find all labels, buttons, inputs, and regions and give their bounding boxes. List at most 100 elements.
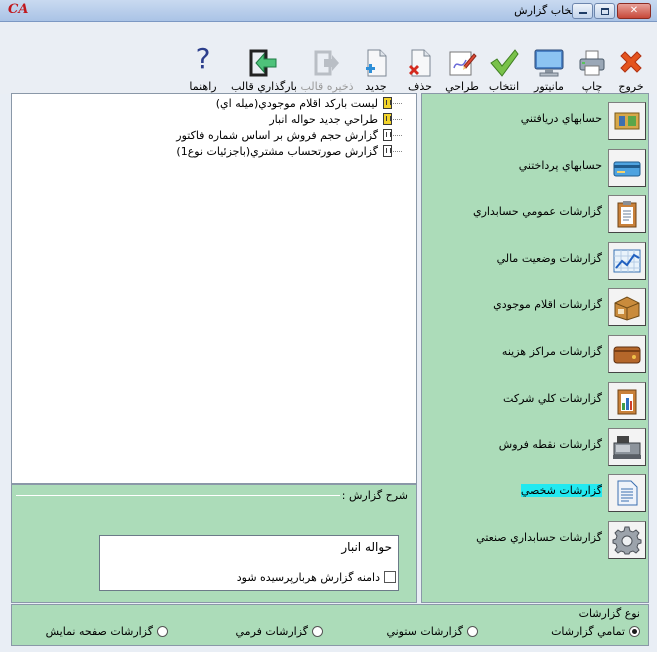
checkbox-box[interactable] bbox=[384, 571, 396, 583]
design-label: طراحي bbox=[445, 80, 479, 93]
report-type-group: نوع گزارشات تمامي گزارشات گزارشات ستوني … bbox=[11, 604, 649, 646]
app-logo: CA bbox=[8, 2, 29, 17]
load-template-icon bbox=[249, 49, 277, 77]
category-button[interactable] bbox=[608, 382, 646, 420]
printer-icon bbox=[579, 50, 605, 76]
category-button[interactable] bbox=[608, 102, 646, 140]
tree-item-label: طراحي جديد حواله انبار bbox=[269, 113, 378, 126]
close-button[interactable]: ✕ bbox=[617, 3, 651, 19]
line-chart-icon bbox=[613, 249, 641, 273]
restore-icon bbox=[601, 8, 609, 15]
ask-range-checkbox[interactable]: دامنه گزارش هربارپرسيده شود bbox=[237, 571, 396, 584]
radio-button[interactable] bbox=[312, 626, 323, 637]
radio-all-reports[interactable]: تمامي گزارشات bbox=[551, 625, 640, 638]
monitor-icon bbox=[534, 49, 564, 77]
checkmark-icon bbox=[490, 49, 519, 77]
delete-document-icon bbox=[409, 49, 431, 77]
inventory-box-icon bbox=[614, 296, 640, 321]
radio-button[interactable] bbox=[467, 626, 478, 637]
category-cost-centers[interactable]: گزارشات مراكز هزينه bbox=[422, 331, 650, 375]
close-icon: ✕ bbox=[629, 5, 639, 16]
report-yellow-icon bbox=[383, 113, 392, 125]
radio-label: گزارشات صفحه نمايش bbox=[45, 625, 153, 638]
category-button[interactable] bbox=[608, 428, 646, 466]
toolbar: خروج چاپ مانيتور انتخاب طراحي حذف جديد ذ… bbox=[0, 22, 657, 94]
delete-button[interactable]: حذف bbox=[400, 22, 440, 94]
clipboard-icon bbox=[617, 201, 637, 228]
category-button[interactable] bbox=[608, 288, 646, 326]
radio-button[interactable] bbox=[157, 626, 168, 637]
category-general-accounting[interactable]: گزارشات عمومي حسابداري bbox=[422, 191, 650, 235]
category-financial-status[interactable]: گزارشات وضعيت مالي bbox=[422, 238, 650, 282]
category-button[interactable] bbox=[608, 242, 646, 280]
category-label: گزارشات نقطه فروش bbox=[498, 438, 602, 451]
radio-label: گزارشات ستوني bbox=[386, 625, 463, 638]
personal-report-icon bbox=[617, 480, 638, 506]
help-label: راهنما bbox=[189, 80, 217, 93]
category-payables[interactable]: حسابهاي پرداختني bbox=[422, 145, 650, 189]
select-button[interactable]: انتخاب bbox=[483, 22, 525, 94]
payables-icon bbox=[613, 161, 641, 177]
tree-item[interactable]: ليست باركد اقلام موجودي(ميله اي) bbox=[216, 97, 402, 113]
report-white-icon bbox=[383, 145, 392, 157]
receivables-icon bbox=[614, 112, 640, 130]
save-template-button[interactable]: ذخيره قالب bbox=[300, 22, 354, 94]
category-panel: حسابهاي دريافتني حسابهاي پرداختني گزارشا… bbox=[421, 93, 649, 603]
new-document-icon bbox=[366, 49, 387, 77]
minimize-icon bbox=[579, 12, 587, 14]
tree-item[interactable]: گزارش صورتحساب مشتري(باجزئيات نوع1) bbox=[176, 145, 402, 161]
minimize-button[interactable] bbox=[572, 3, 593, 19]
save-template-label: ذخيره قالب bbox=[300, 80, 354, 93]
category-receivables[interactable]: حسابهاي دريافتني bbox=[422, 98, 650, 142]
monitor-label: مانيتور bbox=[534, 80, 564, 93]
tree-item[interactable]: طراحي جديد حواله انبار bbox=[269, 113, 402, 129]
category-company-overall[interactable]: گزارشات كلي شركت bbox=[422, 378, 650, 422]
category-label: گزارشات مراكز هزينه bbox=[501, 345, 602, 358]
category-button[interactable] bbox=[608, 335, 646, 373]
tree-item-label: گزارش حجم فروش بر اساس شماره فاكتور bbox=[176, 129, 378, 142]
category-inventory[interactable]: گزارشات اقلام موجودي bbox=[422, 284, 650, 328]
radio-screen-reports[interactable]: گزارشات صفحه نمايش bbox=[46, 625, 168, 638]
bar-chart-icon bbox=[617, 389, 637, 415]
report-yellow-icon bbox=[383, 97, 392, 109]
category-label: حسابهاي دريافتني bbox=[520, 112, 602, 125]
window-title: انتخاب گزارش bbox=[514, 4, 581, 17]
ask-range-label: دامنه گزارش هربارپرسيده شود bbox=[236, 571, 380, 584]
restore-button[interactable] bbox=[594, 3, 615, 19]
exit-icon bbox=[620, 51, 642, 73]
category-label: گزارشات كلي شركت bbox=[503, 392, 602, 405]
category-label: گزارشات حسابداري صنعتي bbox=[476, 531, 602, 544]
report-description-group: شرح گزارش : حواله انبار دامنه گزارش هربا… bbox=[11, 484, 417, 603]
title-bar: CA انتخاب گزارش ✕ bbox=[0, 0, 657, 22]
load-template-button[interactable]: بارگذاري قالب bbox=[228, 22, 300, 94]
gear-icon bbox=[612, 526, 642, 555]
help-icon: ? bbox=[195, 42, 211, 75]
report-white-icon bbox=[383, 129, 392, 141]
category-industrial-accounting[interactable]: گزارشات حسابداري صنعتي bbox=[422, 517, 650, 561]
print-button[interactable]: چاپ bbox=[573, 22, 611, 94]
exit-button[interactable]: خروج bbox=[611, 22, 651, 94]
load-template-label: بارگذاري قالب bbox=[231, 80, 297, 93]
radio-form-reports[interactable]: گزارشات فرمي bbox=[236, 625, 323, 638]
report-type-caption: نوع گزارشات bbox=[578, 607, 640, 620]
category-button[interactable] bbox=[608, 474, 646, 512]
new-button[interactable]: جديد bbox=[356, 22, 396, 94]
tree-item[interactable]: گزارش حجم فروش بر اساس شماره فاكتور bbox=[176, 129, 402, 145]
category-point-of-sale[interactable]: گزارشات نقطه فروش bbox=[422, 424, 650, 468]
monitor-button[interactable]: مانيتور bbox=[526, 22, 572, 94]
report-tree[interactable]: ليست باركد اقلام موجودي(ميله اي) طراحي ج… bbox=[11, 93, 417, 484]
radio-column-reports[interactable]: گزارشات ستوني bbox=[386, 625, 478, 638]
tree-item-label: ليست باركد اقلام موجودي(ميله اي) bbox=[215, 97, 378, 110]
category-label: گزارشات عمومي حسابداري bbox=[472, 205, 602, 218]
category-label: گزارشات وضعيت مالي bbox=[496, 252, 602, 265]
radio-button[interactable] bbox=[629, 626, 640, 637]
save-template-icon bbox=[314, 50, 339, 76]
help-button[interactable]: ? راهنما bbox=[180, 22, 226, 94]
category-personal[interactable]: گزارشات شخصي bbox=[422, 470, 650, 514]
category-button[interactable] bbox=[608, 149, 646, 187]
category-button[interactable] bbox=[608, 195, 646, 233]
category-button[interactable] bbox=[608, 521, 646, 559]
design-icon bbox=[449, 51, 477, 76]
design-button[interactable]: طراحي bbox=[442, 22, 482, 94]
print-label: چاپ bbox=[581, 80, 603, 93]
